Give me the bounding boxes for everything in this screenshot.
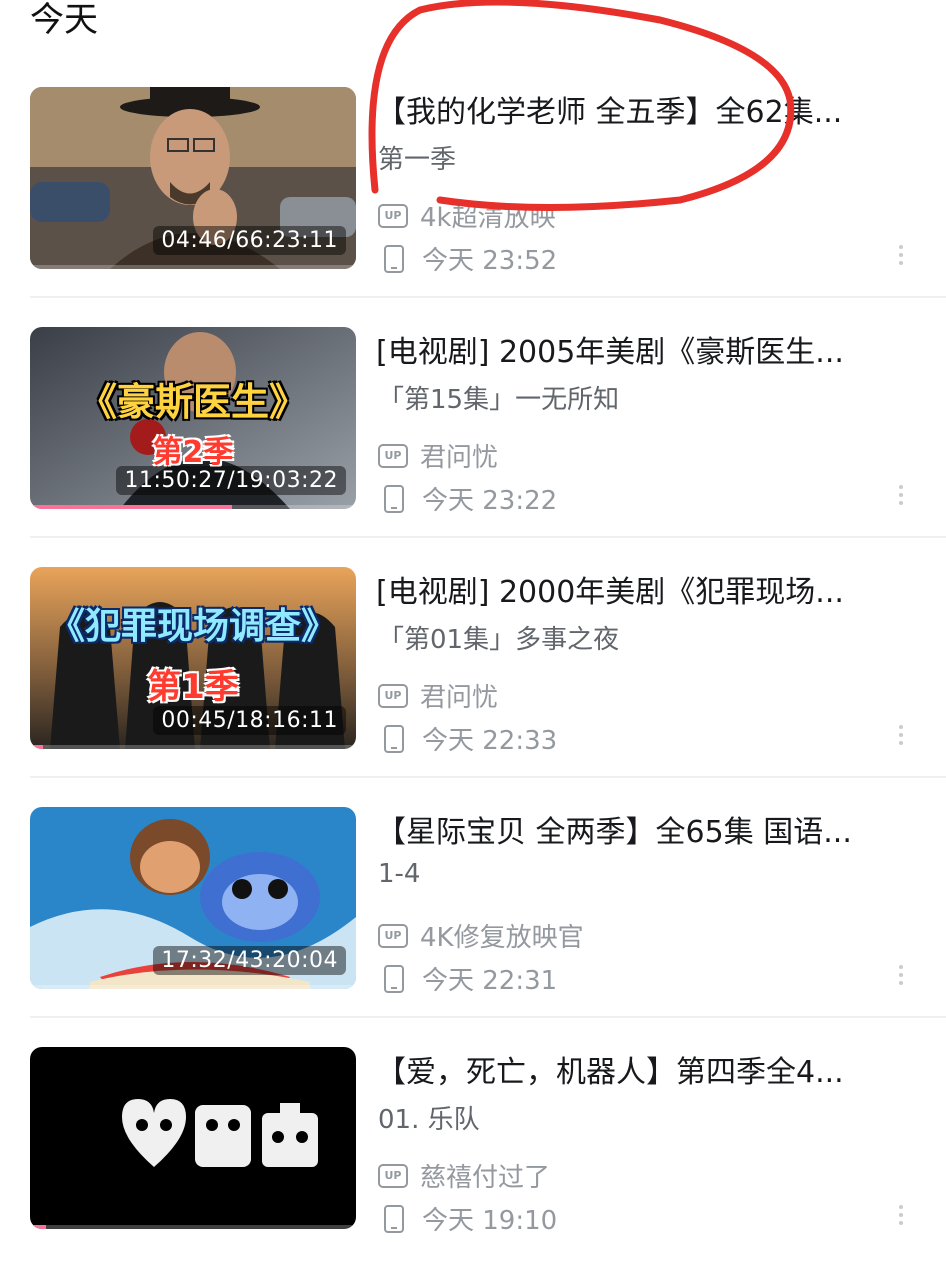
history-item[interactable]: 17:32/43:20:04 【星际宝贝 全两季】全65集 国语... 1-4 … xyxy=(0,777,946,1018)
thumbnail-overlay-title: 《豪斯医生》 xyxy=(78,380,307,424)
thumbnail-overlay-season: 第1季 xyxy=(147,667,239,707)
up-icon: UP xyxy=(378,683,408,708)
uploader-name: 君问忧 xyxy=(420,683,499,713)
playback-time-badge: 00:45/18:16:11 xyxy=(153,706,346,735)
up-icon: UP xyxy=(378,203,408,228)
history-item[interactable]: 《犯罪现场调查》 第1季 00:45/18:16:11 [电视剧] 2000年美… xyxy=(0,537,946,778)
episode-subtitle: 01. 乐队 xyxy=(378,1105,480,1135)
video-title[interactable]: 【我的化学老师 全五季】全62集... xyxy=(376,87,916,131)
video-thumbnail[interactable]: 04:46/66:23:11 xyxy=(30,87,356,269)
watched-row: 今天 19:10 xyxy=(378,1200,557,1237)
more-icon[interactable] xyxy=(896,1201,906,1231)
more-icon[interactable] xyxy=(896,241,906,271)
watched-time: 今天 23:22 xyxy=(422,486,558,516)
history-item[interactable]: 《豪斯医生》 第2季 11:50:27/19:03:22 [电视剧] 2005年… xyxy=(0,297,946,538)
video-title[interactable]: 【星际宝贝 全两季】全65集 国语... xyxy=(376,807,916,851)
thumbnail-overlay-season: 第2季 xyxy=(152,435,234,470)
episode-subtitle: 「第01集」多事之夜 xyxy=(378,625,620,655)
video-title[interactable]: [电视剧] 2000年美剧《犯罪现场... xyxy=(376,567,916,611)
episode-subtitle: 第一季 xyxy=(378,145,457,175)
thumbnail-image xyxy=(30,1047,356,1229)
uploader-row[interactable]: UP 慈禧付过了 xyxy=(378,1157,550,1194)
watch-progress-bar xyxy=(30,505,356,509)
watched-row: 今天 22:33 xyxy=(378,720,557,757)
up-icon: UP xyxy=(378,923,408,948)
watch-progress-bar xyxy=(30,745,356,749)
watched-time: 今天 22:31 xyxy=(422,966,558,996)
uploader-row[interactable]: UP 4k超清放映 xyxy=(378,197,556,234)
watch-progress-bar xyxy=(30,265,356,269)
more-icon[interactable] xyxy=(896,721,906,751)
watched-row: 今天 22:31 xyxy=(378,960,557,997)
playback-time-badge: 17:32/43:20:04 xyxy=(153,946,346,975)
uploader-row[interactable]: UP 4K修复放映官 xyxy=(378,917,584,954)
video-title[interactable]: 【爱，死亡，机器人】第四季全4... xyxy=(376,1047,916,1091)
video-thumbnail[interactable]: 《豪斯医生》 第2季 11:50:27/19:03:22 xyxy=(30,327,356,509)
uploader-name: 慈禧付过了 xyxy=(420,1163,551,1193)
watched-time: 今天 19:10 xyxy=(422,1206,558,1236)
phone-icon xyxy=(384,724,404,753)
episode-subtitle: 1-4 xyxy=(378,859,421,889)
video-thumbnail[interactable]: 17:32/43:20:04 xyxy=(30,807,356,989)
phone-icon xyxy=(384,1204,404,1233)
history-item[interactable]: 【爱，死亡，机器人】第四季全4... 01. 乐队 UP 慈禧付过了 今天 19… xyxy=(0,1017,946,1257)
up-icon: UP xyxy=(378,1163,408,1188)
uploader-row[interactable]: UP 君问忧 xyxy=(378,437,498,474)
playback-time-badge: 04:46/66:23:11 xyxy=(153,226,346,255)
section-title-today: 今天 xyxy=(30,0,98,40)
watch-progress-bar xyxy=(30,1225,356,1229)
video-thumbnail[interactable] xyxy=(30,1047,356,1229)
more-icon[interactable] xyxy=(896,961,906,991)
phone-icon xyxy=(384,484,404,513)
uploader-name: 君问忧 xyxy=(420,443,499,473)
watched-time: 今天 23:52 xyxy=(422,246,558,276)
up-icon: UP xyxy=(378,443,408,468)
watched-row: 今天 23:22 xyxy=(378,480,557,517)
thumbnail-overlay-title: 《犯罪现场调查》 xyxy=(48,606,337,647)
phone-icon xyxy=(384,244,404,273)
watched-time: 今天 22:33 xyxy=(422,726,558,756)
more-icon[interactable] xyxy=(896,481,906,511)
playback-time-badge: 11:50:27/19:03:22 xyxy=(116,466,346,495)
history-item[interactable]: 04:46/66:23:11 【我的化学老师 全五季】全62集... 第一季 U… xyxy=(0,57,946,298)
uploader-name: 4K修复放映官 xyxy=(420,923,584,953)
phone-icon xyxy=(384,964,404,993)
uploader-row[interactable]: UP 君问忧 xyxy=(378,677,498,714)
uploader-name: 4k超清放映 xyxy=(420,203,556,233)
watch-progress-bar xyxy=(30,985,356,989)
video-thumbnail[interactable]: 《犯罪现场调查》 第1季 00:45/18:16:11 xyxy=(30,567,356,749)
watched-row: 今天 23:52 xyxy=(378,240,557,277)
video-title[interactable]: [电视剧] 2005年美剧《豪斯医生... xyxy=(376,327,916,371)
episode-subtitle: 「第15集」一无所知 xyxy=(378,385,620,415)
